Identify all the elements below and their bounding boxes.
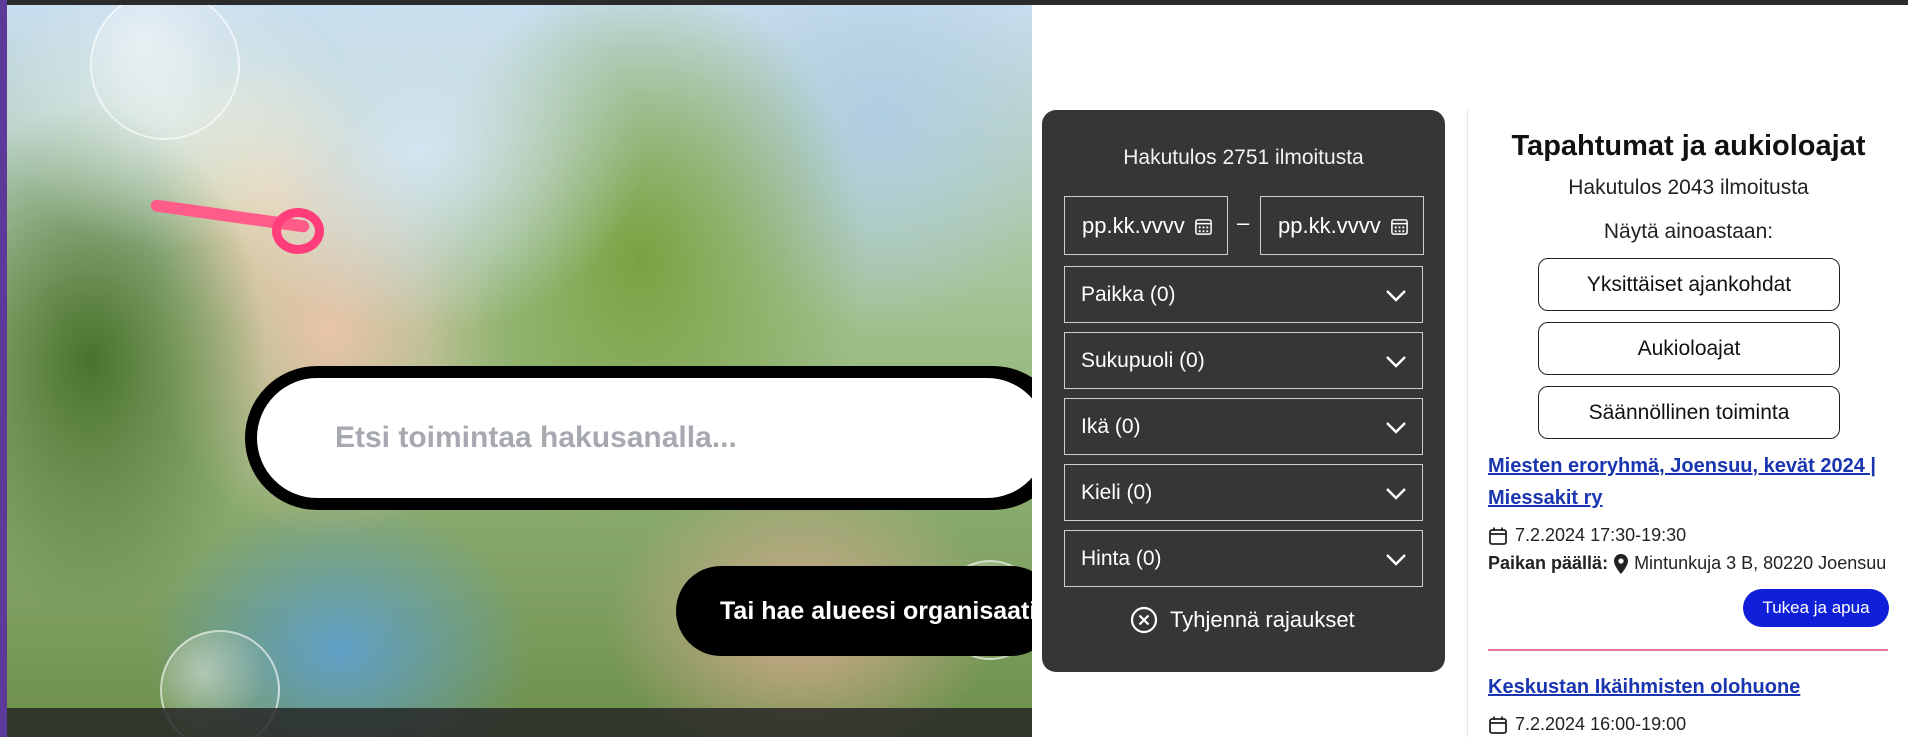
- calendar-icon: [1489, 716, 1507, 734]
- calendar-icon[interactable]: [1390, 217, 1409, 236]
- event-datetime: 7.2.2024 16:00-19:00: [1488, 714, 1686, 735]
- event-address: Mintunkuja 3 B, 80220 Joensuu: [1634, 553, 1887, 573]
- event-location: Paikan päällä: Mintunkuja 3 B, 80220 Joe…: [1488, 553, 1888, 574]
- clear-filters-label: Tyhjennä rajaukset: [1170, 607, 1355, 632]
- date-start-placeholder: pp.kk.vvvv: [1082, 212, 1185, 238]
- event-datetime-text: 7.2.2024 17:30-19:30: [1515, 525, 1687, 545]
- filter-dropdown-label: Ikä (0): [1081, 414, 1141, 438]
- chevron-down-icon: [1386, 488, 1406, 500]
- filter-dropdown-hinta[interactable]: Hinta (0): [1064, 530, 1423, 587]
- map-pin-icon: [1614, 553, 1629, 574]
- filter-dropdown-sukupuoli[interactable]: Sukupuoli (0): [1064, 332, 1423, 389]
- filter-dropdown-paikka[interactable]: Paikka (0): [1064, 266, 1423, 323]
- organization-search-button[interactable]: Tai hae alueesi organisaatioita: [676, 566, 1056, 656]
- bubble-wand-ring-image: [272, 208, 324, 254]
- date-start-field[interactable]: pp.kk.vvvv: [1064, 196, 1228, 255]
- chevron-down-icon: [1386, 554, 1406, 566]
- calendar-icon: [1489, 527, 1507, 545]
- organization-search-label: Tai hae alueesi organisaatioita: [720, 596, 1056, 625]
- date-end-field[interactable]: pp.kk.vvvv: [1260, 196, 1424, 255]
- page: Tai hae alueesi organisaatioita Hakutulo…: [0, 0, 1908, 737]
- filter-dropdown-label: Sukupuoli (0): [1081, 348, 1205, 372]
- filter-dropdown-kieli[interactable]: Kieli (0): [1064, 464, 1423, 521]
- event-category-tag[interactable]: Tukea ja apua: [1743, 589, 1889, 627]
- chevron-down-icon: [1386, 290, 1406, 302]
- hero-bottom-band: [0, 708, 1032, 737]
- type-button-label: Aukioloajat: [1637, 336, 1741, 360]
- date-end-placeholder: pp.kk.vvvv: [1278, 212, 1381, 238]
- type-button-regular-activity[interactable]: Säännöllinen toiminta: [1538, 386, 1840, 439]
- results-panel: Tapahtumat ja aukioloajat Hakutulos 2043…: [1467, 110, 1908, 737]
- top-border: [0, 0, 1908, 5]
- type-button-opening-hours[interactable]: Aukioloajat: [1538, 322, 1840, 375]
- filter-dropdown-ika[interactable]: Ikä (0): [1064, 398, 1423, 455]
- type-button-label: Säännöllinen toiminta: [1588, 400, 1790, 424]
- date-separator: –: [1237, 210, 1250, 235]
- type-button-label: Yksittäiset ajankohdat: [1586, 272, 1792, 296]
- results-divider: [1488, 649, 1888, 651]
- event-title-link[interactable]: Keskustan Ikäihmisten olohuone: [1488, 671, 1888, 703]
- event-location-label: Paikan päällä:: [1488, 553, 1609, 573]
- event-datetime: 7.2.2024 17:30-19:30: [1488, 525, 1686, 546]
- type-button-single-times[interactable]: Yksittäiset ajankohdat: [1538, 258, 1840, 311]
- search-input[interactable]: [257, 378, 1047, 498]
- filter-dropdown-label: Paikka (0): [1081, 282, 1176, 306]
- event-title-link[interactable]: Miesten eroryhmä, Joensuu, kevät 2024 | …: [1488, 450, 1888, 514]
- results-title: Tapahtumat ja aukioloajat: [1511, 130, 1866, 162]
- show-only-label: Näytä ainoastaan:: [1603, 220, 1774, 243]
- chevron-down-icon: [1386, 356, 1406, 368]
- filter-result-count: Hakutulos 2751 ilmoitusta: [1123, 146, 1364, 169]
- filter-dropdown-label: Kieli (0): [1081, 480, 1153, 504]
- filter-panel: Hakutulos 2751 ilmoitusta pp.kk.vvvv – p…: [1042, 110, 1445, 672]
- bubble-decoration: [90, 0, 240, 140]
- chevron-down-icon: [1386, 422, 1406, 434]
- results-count: Hakutulos 2043 ilmoitusta: [1568, 176, 1809, 199]
- clear-filters-button[interactable]: Tyhjennä rajaukset: [1130, 606, 1355, 634]
- filter-dropdown-label: Hinta (0): [1081, 546, 1162, 570]
- event-datetime-text: 7.2.2024 16:00-19:00: [1515, 714, 1687, 734]
- left-accent-bar: [0, 0, 7, 737]
- calendar-icon[interactable]: [1194, 217, 1213, 236]
- close-circle-icon: [1130, 606, 1158, 634]
